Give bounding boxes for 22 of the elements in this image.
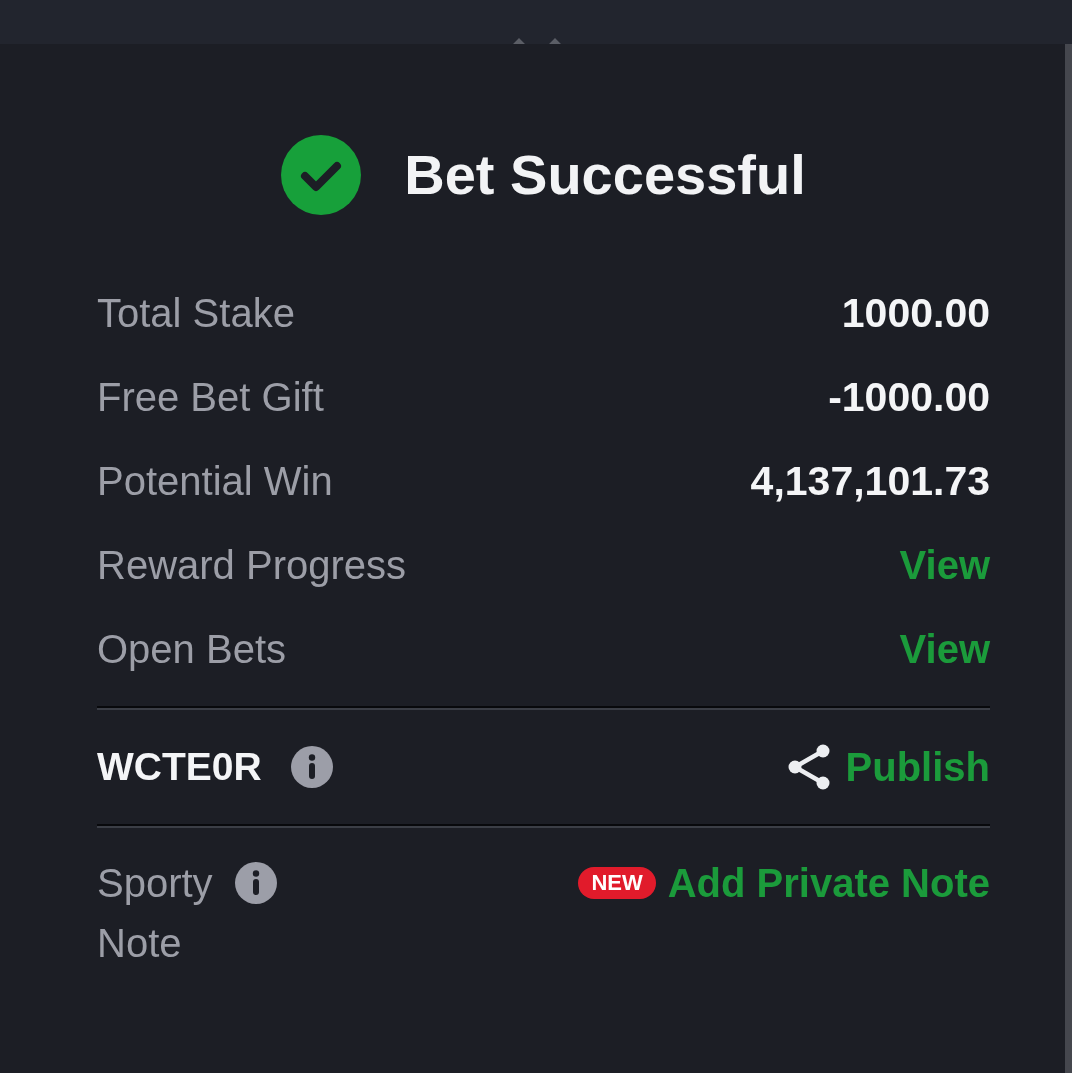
note-label: Sporty Note	[97, 860, 214, 967]
summary-label: Open Bets	[97, 626, 286, 672]
success-title: Bet Successful	[404, 142, 806, 208]
summary-label: Free Bet Gift	[97, 374, 324, 420]
scrollbar-thumb[interactable]	[1065, 44, 1072, 1073]
view-link[interactable]: View	[899, 542, 990, 588]
share-icon	[787, 744, 830, 790]
summary-label: Reward Progress	[97, 542, 406, 588]
booking-code: WCTE0R	[97, 745, 262, 789]
view-link[interactable]: View	[899, 626, 990, 672]
info-icon[interactable]	[235, 862, 277, 904]
add-note-button[interactable]: Add Private Note	[667, 853, 990, 913]
summary-value: -1000.00	[828, 373, 990, 421]
check-circle-icon	[281, 135, 362, 215]
drag-handle-icon[interactable]	[513, 37, 561, 44]
info-icon[interactable]	[290, 746, 333, 788]
summary-value: 1000.00	[841, 289, 990, 337]
publish-button[interactable]: Publish	[787, 744, 990, 790]
new-badge: NEW	[578, 867, 656, 899]
summary-value: 4,137,101.73	[750, 457, 990, 505]
summary-label: Potential Win	[97, 458, 333, 504]
summary-label: Total Stake	[97, 290, 295, 336]
